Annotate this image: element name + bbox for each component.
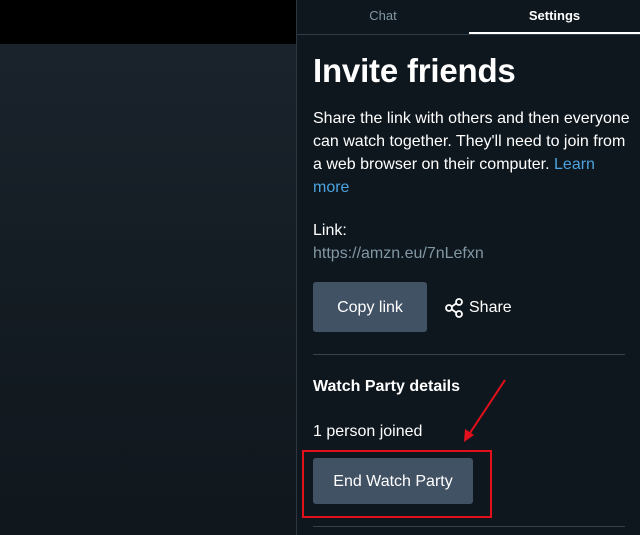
invite-description: Share the link with others and then ever… [313, 107, 633, 199]
participants-count: 1 person joined [313, 423, 423, 440]
link-label: Link: [313, 222, 347, 239]
video-area [0, 0, 296, 535]
video-player[interactable] [0, 44, 296, 535]
section-divider [313, 354, 625, 355]
copy-link-button[interactable]: Copy link [313, 282, 427, 332]
page-title: Invite friends [313, 52, 516, 89]
watch-party-panel: Chat Settings Invite friends Share the l… [296, 0, 640, 535]
share-button[interactable]: Share [443, 296, 512, 320]
share-label: Share [469, 299, 512, 316]
invite-link-url: https://amzn.eu/7nLefxn [313, 245, 484, 262]
section-divider-bottom [313, 526, 625, 527]
end-watch-party-button[interactable]: End Watch Party [313, 458, 473, 504]
watch-party-screen: Chat Settings Invite friends Share the l… [0, 0, 640, 535]
share-icon [443, 297, 465, 319]
tab-chat[interactable]: Chat [297, 0, 469, 34]
tab-settings[interactable]: Settings [469, 0, 640, 34]
watch-party-details-heading: Watch Party details [313, 378, 461, 395]
tab-bar: Chat Settings [297, 0, 640, 35]
